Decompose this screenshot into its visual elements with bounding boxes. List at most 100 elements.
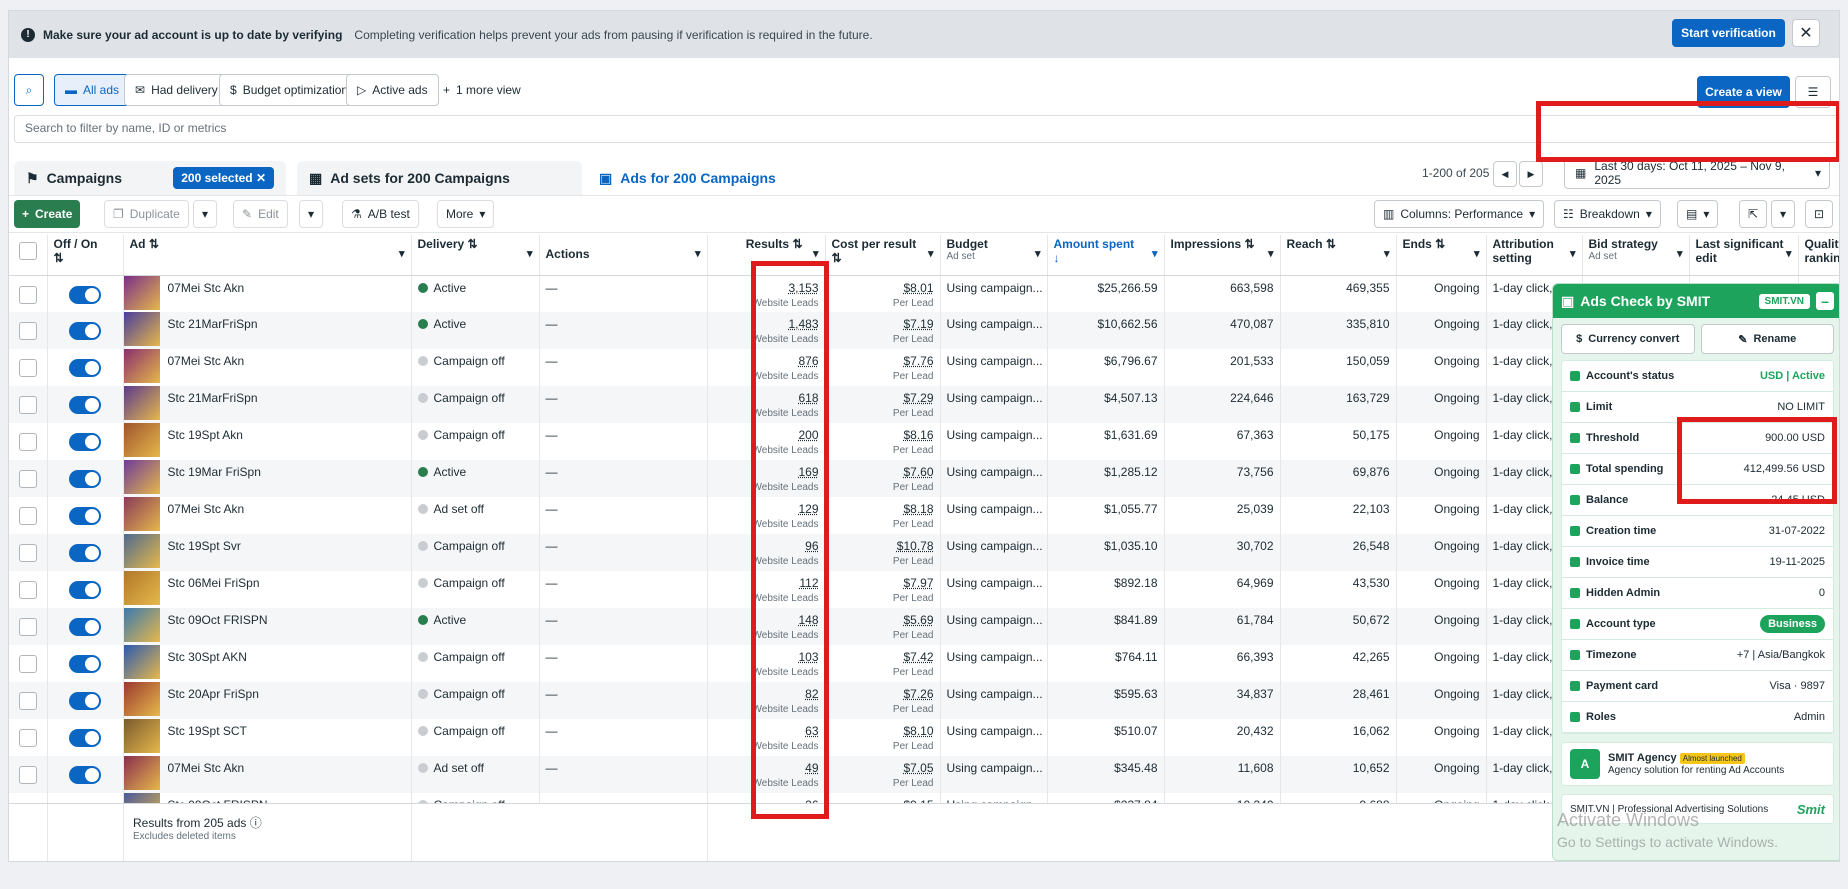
view-active-ads[interactable]: ▷ Active ads <box>346 74 439 106</box>
edit-dropdown[interactable]: ▾ <box>299 200 324 228</box>
row-toggle[interactable] <box>47 571 124 608</box>
header-budget[interactable]: Budget Ad set <box>940 235 1048 276</box>
cost-per-result-cell[interactable]: $7.97 Per Lead <box>825 571 941 608</box>
row-toggle[interactable] <box>47 275 124 312</box>
cost-per-result-cell[interactable]: $7.05 Per Lead <box>825 756 941 793</box>
ad-name-cell[interactable]: 07Mei Stc Akn <box>123 349 412 386</box>
header-ad[interactable]: Ad ⇅ <box>123 235 412 276</box>
cost-per-result-cell[interactable]: $7.19 Per Lead <box>825 312 941 349</box>
duplicate-dropdown[interactable]: ▾ <box>193 200 218 228</box>
row-toggle[interactable] <box>47 386 124 423</box>
tab-campaigns[interactable]: ⚑ Campaigns 200 selected ✕ <box>14 161 286 195</box>
tab-ads[interactable]: ▣ Ads for 200 Campaigns <box>587 161 862 195</box>
reports-button[interactable]: ▤ ▾ <box>1677 200 1719 228</box>
row-checkbox[interactable] <box>9 423 48 460</box>
header-delivery[interactable]: Delivery ⇅ <box>411 235 540 276</box>
header-reach[interactable]: Reach ⇅ <box>1280 235 1397 276</box>
next-page-button[interactable]: ▶ <box>1519 161 1543 187</box>
header-attribution[interactable]: Attribution setting <box>1486 235 1583 276</box>
chart-icon[interactable]: ⊡ <box>1805 200 1834 228</box>
row-toggle[interactable] <box>47 756 124 793</box>
select-all-checkbox[interactable] <box>9 235 48 276</box>
row-toggle[interactable] <box>47 645 124 682</box>
cost-per-result-cell[interactable]: $7.60 Per Lead <box>825 460 941 497</box>
view-had-delivery[interactable]: ✉ Had delivery <box>124 74 229 106</box>
row-checkbox[interactable] <box>9 682 48 719</box>
header-last-edit[interactable]: Last significant edit <box>1689 235 1799 276</box>
smit-agency-card[interactable]: A SMIT Agency Almost launched Agency sol… <box>1561 742 1834 786</box>
ad-name-cell[interactable]: 07Mei Stc Akn <box>123 275 412 312</box>
ad-name-cell[interactable]: Stc 19Spt SCT <box>123 719 412 756</box>
row-toggle[interactable] <box>47 460 124 497</box>
cost-per-result-cell[interactable]: $7.29 Per Lead <box>825 386 941 423</box>
row-checkbox[interactable] <box>9 719 48 756</box>
ad-name-cell[interactable]: 07Mei Stc Akn <box>123 756 412 793</box>
cost-per-result-cell[interactable]: $8.01 Per Lead <box>825 275 941 312</box>
view-budget-optimization[interactable]: $ Budget optimization <box>219 74 360 106</box>
header-impressions[interactable]: Impressions ⇅ <box>1164 235 1281 276</box>
cost-per-result-cell[interactable]: $8.16 Per Lead <box>825 423 941 460</box>
ad-name-cell[interactable]: Stc 09Oct FRISPN <box>123 793 412 803</box>
ad-name-cell[interactable]: Stc 19Mar FriSpn <box>123 460 412 497</box>
more-views-button[interactable]: +1 more view <box>433 74 531 106</box>
edit-button[interactable]: ✎ Edit <box>233 200 288 228</box>
cost-per-result-cell[interactable]: $8.18 Per Lead <box>825 497 941 534</box>
more-button[interactable]: More ▾ <box>437 200 495 228</box>
ad-name-cell[interactable]: Stc 19Spt Svr <box>123 534 412 571</box>
selected-chip[interactable]: 200 selected ✕ <box>173 167 274 189</box>
row-toggle[interactable] <box>47 497 124 534</box>
row-checkbox[interactable] <box>9 608 48 645</box>
ad-name-cell[interactable]: Stc 09Oct FRISPN <box>123 608 412 645</box>
cost-per-result-cell[interactable]: $7.26 Per Lead <box>825 682 941 719</box>
cost-per-result-cell[interactable]: $9.15Per Lead <box>825 793 941 803</box>
ad-name-cell[interactable]: Stc 20Apr FriSpn <box>123 682 412 719</box>
row-toggle[interactable] <box>47 793 124 803</box>
row-toggle[interactable] <box>47 608 124 645</box>
row-checkbox[interactable] <box>9 349 48 386</box>
ad-name-cell[interactable]: Stc 30Spt AKN <box>123 645 412 682</box>
header-amount-spent[interactable]: Amount spent ↓ <box>1047 235 1165 276</box>
currency-convert-button[interactable]: $ Currency convert <box>1561 324 1695 354</box>
row-toggle[interactable] <box>47 682 124 719</box>
cost-per-result-cell[interactable]: $10.78 Per Lead <box>825 534 941 571</box>
header-off-on[interactable]: Off / On ⇅ <box>47 235 124 276</box>
row-checkbox[interactable] <box>9 497 48 534</box>
header-ends[interactable]: Ends ⇅ <box>1396 235 1487 276</box>
minimize-icon[interactable]: – <box>1816 292 1834 310</box>
ad-name-cell[interactable]: Stc 06Mei FriSpn <box>123 571 412 608</box>
cost-per-result-cell[interactable]: $7.42 Per Lead <box>825 645 941 682</box>
ad-name-cell[interactable]: 07Mei Stc Akn <box>123 497 412 534</box>
close-icon[interactable]: ✕ <box>1792 19 1820 47</box>
columns-button[interactable]: ▥ Columns: Performance ▾ <box>1374 200 1545 228</box>
row-checkbox[interactable] <box>9 571 48 608</box>
row-checkbox[interactable] <box>9 756 48 793</box>
row-checkbox[interactable] <box>9 534 48 571</box>
breakdown-button[interactable]: ☷ Breakdown ▾ <box>1554 200 1661 228</box>
row-toggle[interactable] <box>47 312 124 349</box>
cost-per-result-cell[interactable]: $7.76 Per Lead <box>825 349 941 386</box>
row-toggle[interactable] <box>47 534 124 571</box>
prev-page-button[interactable]: ◀ <box>1493 161 1517 187</box>
tab-adsets[interactable]: ▦ Ad sets for 200 Campaigns <box>297 161 582 195</box>
row-checkbox[interactable] <box>9 460 48 497</box>
row-toggle[interactable] <box>47 349 124 386</box>
rename-button[interactable]: ✎ Rename <box>1700 324 1834 354</box>
header-quality[interactable]: Quality ranking <box>1798 235 1839 276</box>
export-icon[interactable]: ⇱ <box>1739 200 1768 228</box>
header-bid-strategy[interactable]: Bid strategy Ad set <box>1582 235 1690 276</box>
smit-badge[interactable]: SMIT.VN <box>1758 293 1810 309</box>
search-icon[interactable]: ⌕ <box>14 74 44 106</box>
row-checkbox[interactable] <box>9 312 48 349</box>
row-checkbox[interactable] <box>9 645 48 682</box>
cost-per-result-cell[interactable]: $5.69 Per Lead <box>825 608 941 645</box>
row-toggle[interactable] <box>47 719 124 756</box>
cost-per-result-cell[interactable]: $8.10 Per Lead <box>825 719 941 756</box>
start-verification-button[interactable]: Start verification <box>1672 19 1785 47</box>
ad-name-cell[interactable]: Stc 19Spt Akn <box>123 423 412 460</box>
create-button[interactable]: + Create <box>14 200 81 228</box>
ad-name-cell[interactable]: Stc 21MarFriSpn <box>123 312 412 349</box>
header-cost-per-result[interactable]: Cost per result ⇅ <box>825 235 941 276</box>
duplicate-button[interactable]: ❐ Duplicate <box>104 200 189 228</box>
export-dropdown[interactable]: ▾ <box>1771 200 1796 228</box>
header-actions[interactable]: Actions <box>539 235 708 276</box>
